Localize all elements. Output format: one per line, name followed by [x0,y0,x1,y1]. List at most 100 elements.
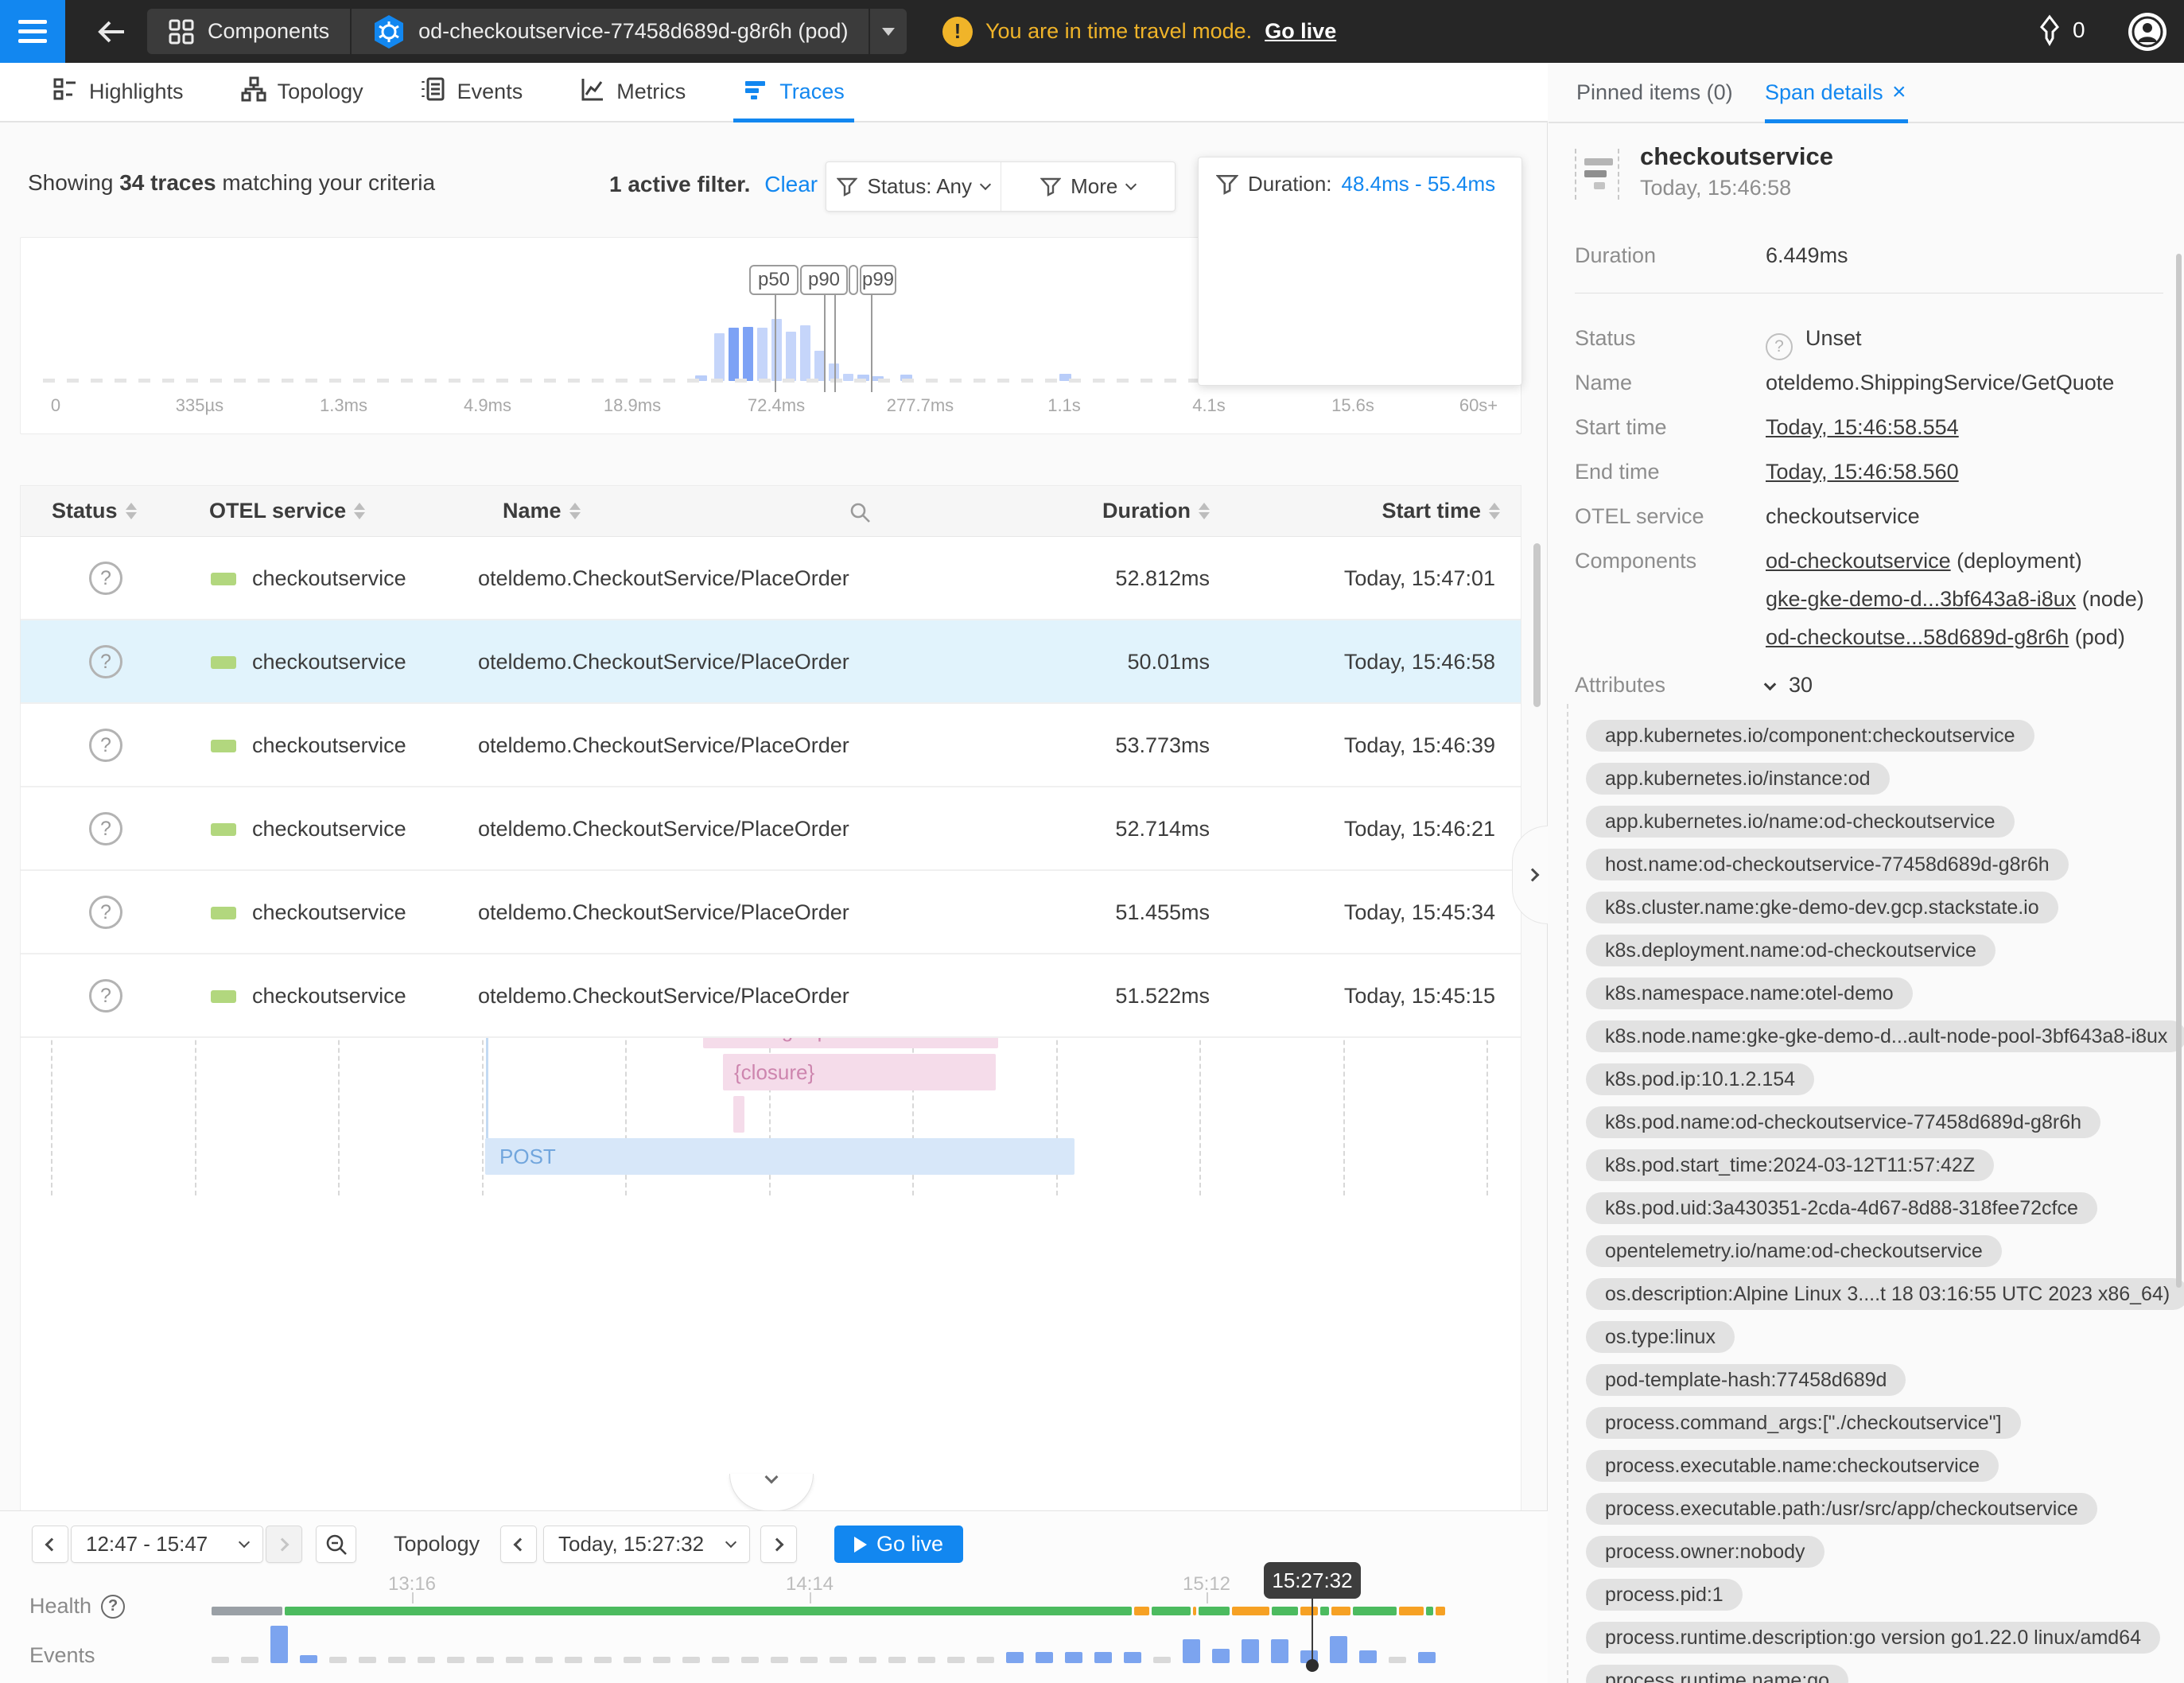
field-label: Attributes [1575,673,1665,698]
table-row[interactable]: ?checkoutserviceoteldemo.CheckoutService… [21,787,1521,871]
tab-topology[interactable]: Topology [212,63,392,121]
event-bar [1242,1639,1259,1663]
column-header-status[interactable]: Status [52,499,137,523]
waterfall-span-pink[interactable]: {closure} [723,1054,996,1090]
chevron-left-icon [514,1537,527,1551]
tab-highlights[interactable]: Highlights [24,63,212,121]
range-next-button[interactable] [266,1526,302,1563]
event-empty-dash [359,1657,376,1663]
event-bar [1330,1636,1347,1663]
clear-filters-link[interactable]: Clear [764,172,818,196]
health-segment-orange [1134,1607,1149,1615]
component-type: (pod) [2069,625,2125,649]
otel-service-cell: checkoutservice [252,817,406,842]
help-icon[interactable]: ? [101,1595,125,1619]
collapse-waterfall-tab[interactable] [729,1474,814,1511]
component-link[interactable]: od-checkoutse...58d689d-g8r6h [1766,625,2069,649]
chevron-down-icon [239,1536,250,1547]
close-icon[interactable]: × [1892,79,1906,106]
field-value-end-time[interactable]: Today, 15:46:58.560 [1766,460,1959,484]
table-row[interactable]: ?checkoutserviceoteldemo.CheckoutService… [21,954,1521,1038]
tab-metrics[interactable]: Metrics [551,63,714,121]
axis-tick-label: 335µs [176,395,223,416]
attribute-chip: os.type:linux [1586,1321,1735,1353]
service-color-swatch [211,907,236,919]
column-header-name[interactable]: Name [503,499,581,523]
column-header-duration[interactable]: Duration [1102,499,1210,523]
back-button[interactable] [94,17,129,46]
events-timeline[interactable] [212,1626,1452,1663]
time-range-dropdown[interactable]: 12:47 - 15:47 [71,1526,263,1563]
time-marker-handle[interactable] [1306,1659,1319,1672]
table-row[interactable]: ?checkoutserviceoteldemo.CheckoutService… [21,537,1521,620]
component-link[interactable]: gke-gke-demo-d...3bf643a8-i8ux [1766,587,2076,611]
event-empty-dash [888,1657,906,1663]
event-empty-dash [653,1657,670,1663]
histogram-bar [757,328,768,381]
duration-cell: 51.522ms [1115,984,1210,1009]
duration-cell: 52.812ms [1115,566,1210,591]
attribute-chip: k8s.deployment.name:od-checkoutservice [1586,935,1996,966]
user-avatar[interactable] [2128,13,2167,51]
health-segment-green [1199,1607,1230,1615]
table-row[interactable]: ?checkoutserviceoteldemo.CheckoutService… [21,704,1521,787]
field-value-start-time[interactable]: Today, 15:46:58.554 [1766,415,1959,440]
duration-filter-card[interactable]: Duration: 48.4ms - 55.4ms [1198,157,1522,386]
attributes-toggle[interactable]: 30 [1766,673,1813,698]
waterfall-span-pink[interactable] [733,1096,744,1133]
event-bar [1418,1652,1436,1663]
main-scrollbar[interactable] [1533,543,1541,707]
more-filters-button[interactable]: More [1001,162,1176,211]
chevron-down-icon [725,1536,736,1547]
entity-selector[interactable]: od-checkoutservice-77458d689d-g8r6h (pod… [352,9,869,54]
tab-pinned-items[interactable]: Pinned items (0) [1576,80,1733,105]
otel-service-cell: checkoutservice [252,733,406,758]
filter-row: Showing 34 traces matching your criteria… [0,122,1548,234]
chevron-down-icon [1764,678,1777,691]
tab-traces[interactable]: Traces [714,63,873,121]
event-empty-dash [212,1657,229,1663]
components-button[interactable]: Components [147,9,350,54]
event-empty-dash [771,1657,788,1663]
duration-filter-value[interactable]: 48.4ms - 55.4ms [1342,172,1496,196]
event-empty-dash [476,1657,494,1663]
span-name-cell: oteldemo.CheckoutService/PlaceOrder [478,650,849,674]
axis-tick-label: 72.4ms [748,395,805,416]
timeline-axis-tick [412,1592,414,1603]
entity-breadcrumb: Components od-checkoutservice-77458d689d… [147,9,907,54]
go-live-link[interactable]: Go live [1265,19,1336,44]
axis-tick-label: 18.9ms [604,395,661,416]
column-header-otel-service[interactable]: OTEL service [209,499,365,523]
axis-tick-label: 4.9ms [464,395,511,416]
time-next-button[interactable] [760,1526,797,1563]
axis-tick-label: 60s+ [1459,395,1498,416]
tab-events[interactable]: Events [392,63,552,121]
tab-label: Metrics [616,80,686,104]
time-prev-button[interactable] [500,1526,537,1563]
status-filter-button[interactable]: Status: Any [826,162,1001,211]
trace-table: Status OTEL service Name Duration Start … [20,485,1521,1511]
range-prev-button[interactable] [32,1526,68,1563]
metrics-icon [580,76,605,107]
waterfall-span-blue[interactable]: POST [485,1138,1075,1175]
health-segment-orange [1436,1607,1445,1615]
go-live-button[interactable]: Go live [834,1526,963,1563]
panel-scrollbar[interactable] [2176,254,2182,1288]
time-travel-banner: ! You are in time travel mode. Go live [942,0,1336,63]
column-header-start-time[interactable]: Start time [1382,499,1500,523]
name-search-icon[interactable] [848,500,872,530]
component-link[interactable]: od-checkoutservice [1766,549,1951,573]
table-row[interactable]: ?checkoutserviceoteldemo.CheckoutService… [21,871,1521,954]
entity-dropdown-caret[interactable] [870,9,907,54]
field-label: Start time [1575,415,1667,440]
back-arrow-icon [94,17,129,46]
timestamp-dropdown[interactable]: Today, 15:27:32 [543,1526,750,1563]
tab-span-details[interactable]: Span details [1765,80,1883,105]
time-marker-line[interactable] [1312,1597,1313,1665]
pinned-items-indicator[interactable]: 0 [2036,14,2085,46]
attribute-chip: app.kubernetes.io/name:od-checkoutservic… [1586,806,2015,838]
hamburger-menu-button[interactable] [0,0,65,63]
table-row[interactable]: ?checkoutserviceoteldemo.CheckoutService… [21,620,1521,704]
zoom-out-button[interactable] [316,1526,356,1563]
axis-tick-label: 15.6s [1331,395,1374,416]
